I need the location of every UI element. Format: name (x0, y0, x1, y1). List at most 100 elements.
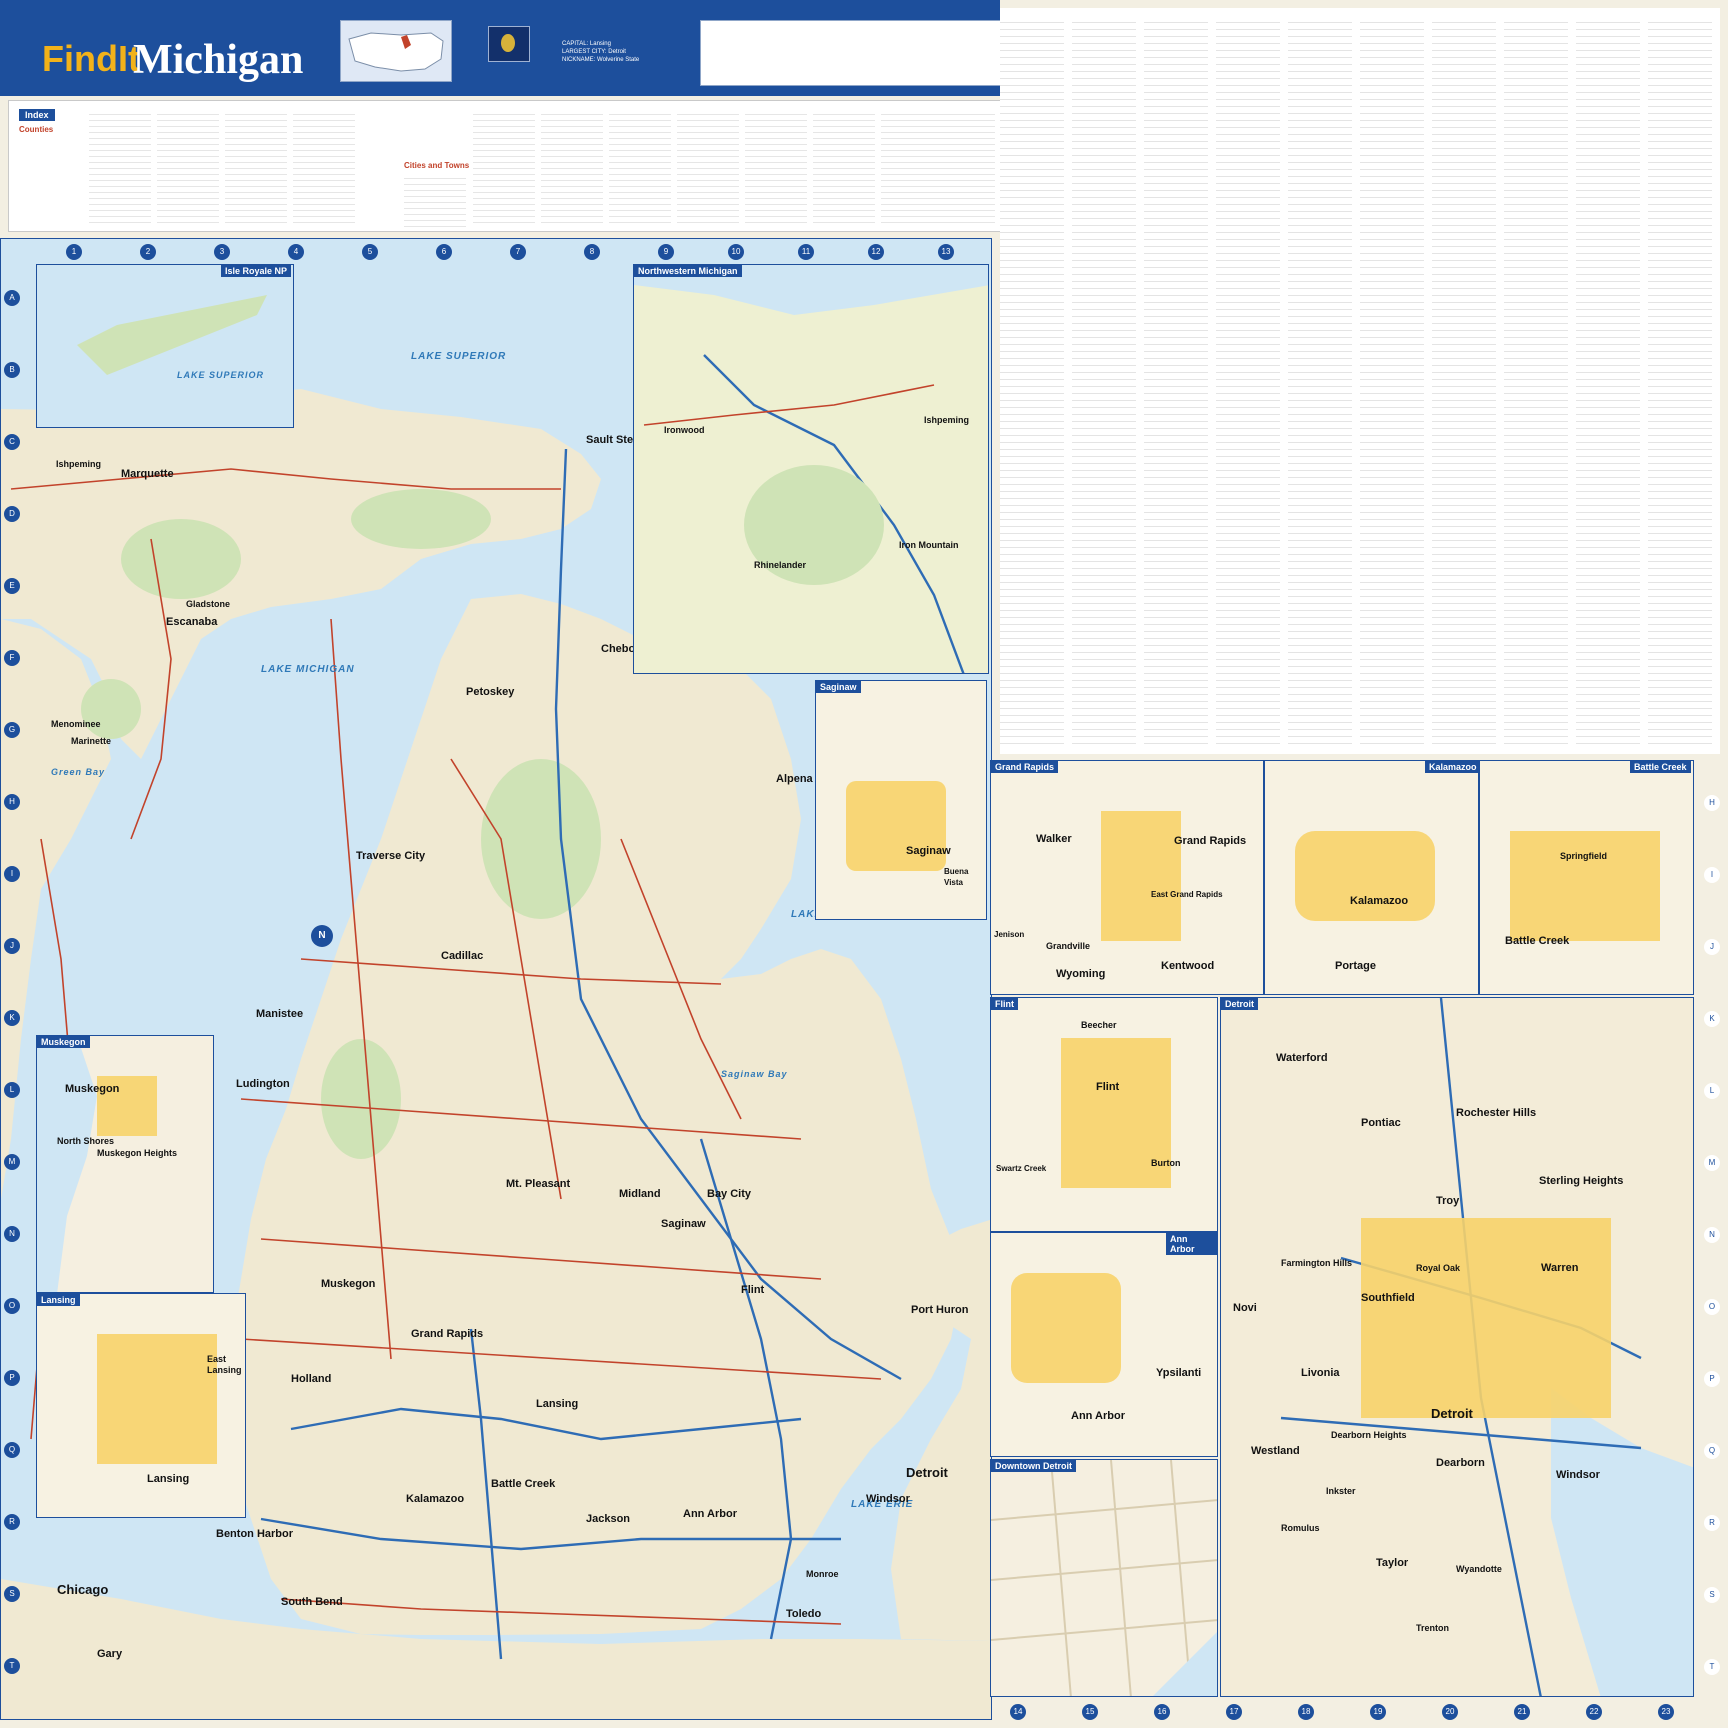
inset-kalamazoo: Kalamazoo Kalamazoo Portage (1264, 760, 1479, 995)
inset-title: Northwestern Michigan (634, 265, 742, 277)
index-counties-heading: Counties (19, 125, 54, 134)
city-label: Flint (1096, 1081, 1120, 1093)
city-label: Chicago (57, 1582, 109, 1597)
grid-row-marker: A (4, 290, 20, 306)
brand-prefix: FindIt (42, 38, 140, 79)
city-label: Muskegon (65, 1083, 120, 1095)
city-label: Ann Arbor (683, 1508, 737, 1520)
city-label: Ann Arbor (1071, 1410, 1125, 1422)
city-label: Battle Creek (491, 1478, 556, 1490)
inset-title: Lansing (37, 1294, 80, 1306)
grid-row-marker: H (4, 794, 20, 810)
grid-column-marker: 3 (214, 244, 230, 260)
city-label: Detroit (1431, 1406, 1473, 1421)
urban-area (1101, 811, 1181, 941)
grid-row-marker-right: I (1704, 867, 1720, 883)
grid-row-marker: J (4, 938, 20, 954)
lake-michigan-label: LAKE MICHIGAN (261, 664, 355, 675)
grid-row-marker-right: L (1704, 1083, 1720, 1099)
city-label: Grand Rapids (1174, 835, 1247, 847)
inset-isle-royale: Isle Royale NP LAKE SUPERIOR (36, 264, 294, 428)
inset-title: Ann Arbor (1166, 1233, 1217, 1255)
city-label: Flint (741, 1284, 765, 1296)
index-column (1216, 16, 1280, 746)
grid-row-marker: N (4, 1226, 20, 1242)
grid-row-marker: L (4, 1082, 20, 1098)
city-label: Marinette (71, 736, 112, 746)
grid-column-marker: 7 (510, 244, 526, 260)
city-label: North Shores (57, 1136, 115, 1146)
inset-lansing: Lansing Lansing East Lansing (36, 1293, 246, 1518)
city-label: East Grand Rapids (1151, 890, 1223, 899)
city-label: Westland (1251, 1445, 1300, 1457)
inset-title: Kalamazoo (1425, 761, 1478, 773)
grid-column-marker-bottom: 17 (1226, 1704, 1242, 1720)
city-label: Buena Vista (944, 867, 969, 887)
index-column (881, 109, 943, 227)
forest-area (321, 1039, 401, 1159)
urban-area (846, 781, 946, 871)
grid-column-marker: 2 (140, 244, 156, 260)
urban-area (97, 1334, 217, 1464)
city-label: Livonia (1301, 1367, 1340, 1379)
index-column (225, 109, 287, 227)
index-column (1000, 16, 1064, 746)
grid-column-marker: 13 (938, 244, 954, 260)
state-facts: CAPITAL: Lansing LARGEST CITY: Detroit N… (562, 41, 640, 63)
grid-row-marker: P (4, 1370, 20, 1386)
grid-column-marker: 5 (362, 244, 378, 260)
grid-column-marker: 10 (728, 244, 744, 260)
grid-row-marker-right: R (1704, 1515, 1720, 1531)
grid-row-marker: T (4, 1658, 20, 1674)
mileage-chart (700, 20, 1002, 86)
urban-area (1295, 831, 1435, 921)
lake-superior-label: LAKE SUPERIOR (411, 351, 507, 362)
inset-muskegon: Muskegon Muskegon North Shores Muskegon … (36, 1035, 214, 1293)
city-label: Ishpeming (56, 459, 102, 469)
city-label: Monroe (806, 1569, 839, 1579)
grid-row-marker-right: P (1704, 1371, 1720, 1387)
us-locator-map-icon (340, 20, 452, 82)
index-column (745, 109, 807, 227)
lake-superior-label: LAKE SUPERIOR (177, 370, 265, 380)
green-bay-label: Green Bay (51, 767, 106, 777)
city-label: Warren (1541, 1262, 1579, 1274)
inset-title: Isle Royale NP (221, 265, 292, 277)
grid-column-marker: 11 (798, 244, 814, 260)
grid-column-marker-bottom: 21 (1514, 1704, 1530, 1720)
city-label: Port Huron (911, 1304, 969, 1316)
right-index-panel (1000, 8, 1720, 754)
grid-column-marker-bottom: 20 (1442, 1704, 1458, 1720)
city-label: Troy (1436, 1195, 1460, 1207)
inset-title: Muskegon (37, 1036, 90, 1048)
city-label: Alpena (776, 773, 813, 785)
urban-area (1510, 831, 1660, 941)
city-label: Muskegon (321, 1278, 376, 1290)
grid-row-marker: C (4, 434, 20, 450)
city-label: Trenton (1416, 1623, 1449, 1633)
index-column (404, 173, 466, 227)
grid-row-marker: G (4, 722, 20, 738)
city-label: Menominee (51, 719, 101, 729)
grid-row-marker-right: M (1704, 1155, 1720, 1171)
city-label: Sterling Heights (1539, 1175, 1624, 1187)
city-label: Holland (291, 1373, 332, 1385)
map-title: Michigan (133, 37, 304, 83)
grid-column-marker-bottom: 16 (1154, 1704, 1170, 1720)
inset-title: Battle Creek (1630, 761, 1691, 773)
city-label: Windsor (1556, 1469, 1600, 1481)
city-label: Traverse City (356, 850, 426, 862)
grid-row-marker: B (4, 362, 20, 378)
index-column (1360, 16, 1424, 746)
city-label: Jenison (994, 930, 1025, 939)
grid-column-marker-bottom: 18 (1298, 1704, 1314, 1720)
grid-row-marker: Q (4, 1442, 20, 1458)
grid-row-marker: F (4, 650, 20, 666)
city-label: Inkster (1326, 1486, 1356, 1496)
city-label: Ishpeming (924, 415, 970, 425)
city-label: Iron Mountain (899, 540, 959, 550)
city-label: Ypsilanti (1156, 1367, 1202, 1379)
index-column (473, 109, 535, 227)
city-label: Farmington Hills (1281, 1258, 1353, 1268)
index-column (677, 109, 739, 227)
